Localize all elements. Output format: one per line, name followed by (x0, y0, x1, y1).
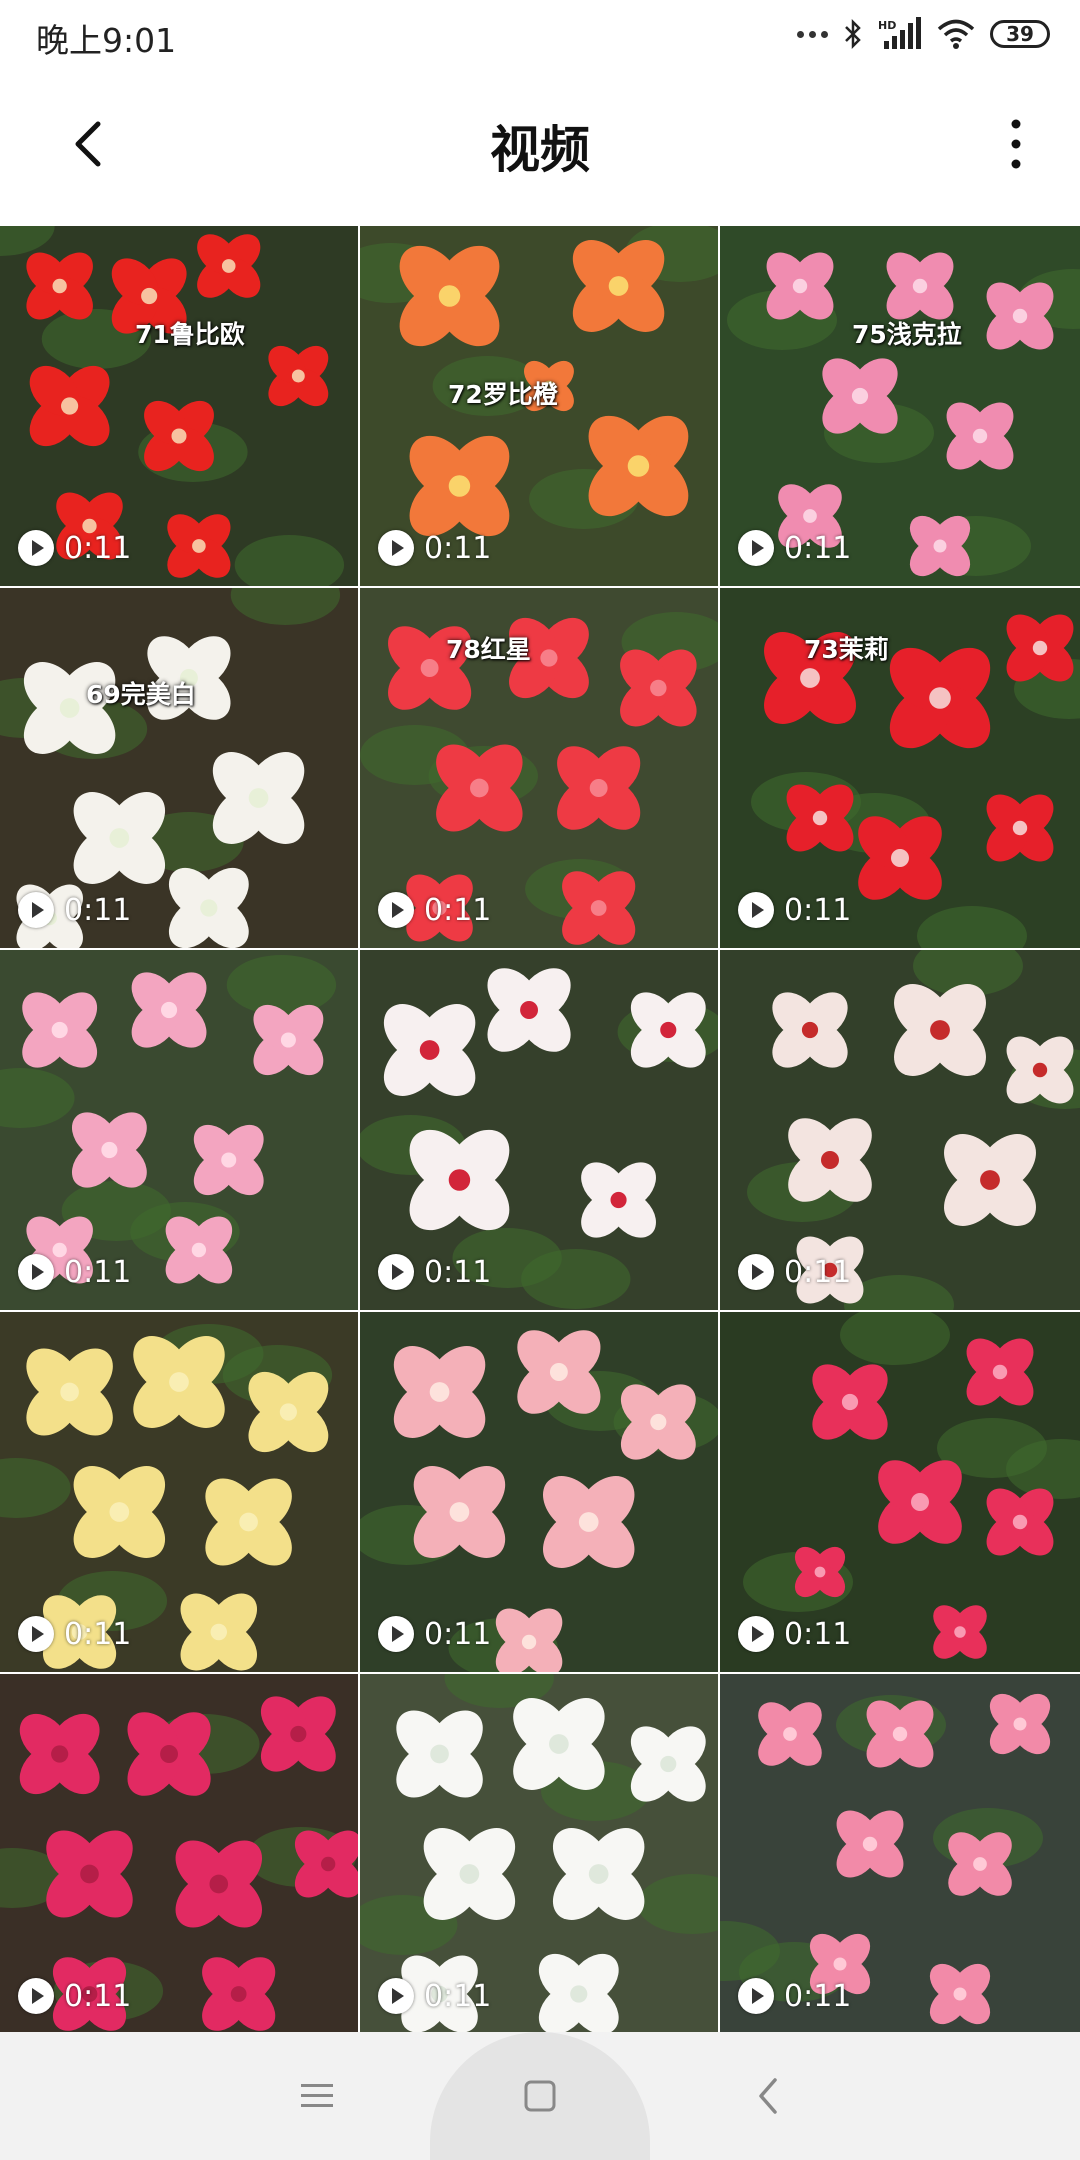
play-icon (378, 530, 414, 566)
play-indicator: 0:11 (378, 528, 491, 568)
status-time: 晚上9:01 (36, 21, 177, 60)
more-options-button[interactable] (996, 114, 1036, 174)
play-icon (738, 530, 774, 566)
video-thumbnail[interactable]: 48奶油0:11 (360, 1312, 720, 1672)
play-icon (18, 1616, 54, 1652)
video-duration: 0:11 (784, 892, 852, 928)
video-duration: 0:11 (784, 1978, 852, 2014)
play-indicator: 0:11 (18, 1252, 131, 1292)
video-thumbnail[interactable]: 73茉莉 0:11 (720, 588, 1080, 948)
video-thumbnail[interactable]: 30白雪0:11 (360, 1674, 720, 2032)
home-button[interactable] (510, 2066, 570, 2126)
video-thumbnail[interactable]: 78红星 0:11 (360, 588, 720, 948)
video-duration: 0:11 (64, 1978, 132, 2014)
video-grid: 71鲁比欧 0:11 72罗比橙 0:11 75浅克拉 0:11 69完美白 0:11 78红星… (0, 226, 1080, 2032)
play-indicator: 0:11 (378, 1976, 491, 2016)
play-icon (18, 1254, 54, 1290)
play-indicator: 0:11 (738, 1614, 851, 1654)
play-icon (18, 530, 54, 566)
video-thumbnail[interactable]: 66假Lee0:11 (360, 950, 720, 1310)
video-thumbnail[interactable]: 67啊马瑞利0:11 (0, 1312, 360, 1672)
square-icon (524, 2080, 556, 2112)
video-duration: 0:11 (784, 530, 852, 566)
play-icon (738, 1978, 774, 2014)
play-indicator: 0:11 (18, 890, 131, 930)
video-duration: 0:11 (424, 1254, 492, 1290)
play-icon (378, 892, 414, 928)
network-type-label: HD (878, 19, 896, 32)
video-title: 75浅克拉 (852, 320, 962, 349)
video-thumbnail[interactable]: 62蝴蝶粉0:11 (720, 950, 1080, 1310)
video-thumbnail[interactable]: 75浅克拉 0:11 (720, 226, 1080, 586)
play-indicator: 0:11 (738, 1252, 851, 1292)
page-title: 视频 (490, 121, 590, 179)
app-header: 视频 (0, 66, 1080, 226)
video-title: 69完美白 (86, 680, 196, 709)
play-indicator: 0:11 (738, 528, 851, 568)
video-duration: 0:11 (64, 1616, 132, 1652)
video-thumbnail[interactable]: 69完美白 0:11 (0, 588, 360, 948)
bluetooth-icon (845, 18, 861, 50)
play-icon (18, 892, 54, 928)
video-title: 72罗比橙 (448, 380, 558, 409)
play-icon (738, 1254, 774, 1290)
video-thumbnail[interactable]: 49鹿角玫红0:11 (720, 1312, 1080, 1672)
play-indicator: 0:11 (18, 528, 131, 568)
video-duration: 0:11 (64, 892, 132, 928)
play-indicator: 0:11 (18, 1614, 131, 1654)
more-vertical-icon (1011, 119, 1021, 169)
video-thumbnail[interactable]: 71鲁比欧 0:11 (0, 226, 360, 586)
video-duration: 0:11 (424, 530, 492, 566)
play-icon (378, 1254, 414, 1290)
video-thumbnail[interactable]: 72罗比橙 0:11 (360, 226, 720, 586)
play-indicator: 0:11 (18, 1976, 131, 2016)
chevron-left-icon (759, 2078, 777, 2114)
video-thumbnail[interactable]: 0:11 (0, 950, 360, 1310)
play-icon (378, 1978, 414, 2014)
video-duration: 0:11 (424, 1978, 492, 2014)
video-thumbnail[interactable]: 44复色紫0:11 (0, 1674, 360, 2032)
video-duration: 0:11 (64, 530, 132, 566)
video-title: 73茉莉 (804, 635, 889, 664)
video-thumbnail[interactable]: 33简20:11 (720, 1674, 1080, 2032)
back-nav-button[interactable] (738, 2066, 798, 2126)
video-duration: 0:11 (64, 1254, 132, 1290)
recent-apps-button[interactable] (287, 2066, 347, 2126)
system-nav-bar (0, 2032, 1080, 2160)
play-icon (738, 892, 774, 928)
play-icon (18, 1978, 54, 2014)
status-bar: 晚上9:01 HD 39 (0, 0, 1080, 66)
signal-icon: HD (878, 17, 921, 49)
video-duration: 0:11 (424, 1616, 492, 1652)
menu-icon (301, 2084, 333, 2107)
video-duration: 0:11 (784, 1616, 852, 1652)
video-title: 71鲁比欧 (135, 320, 245, 349)
status-icons: HD 39 (797, 14, 1050, 54)
play-indicator: 0:11 (378, 890, 491, 930)
play-indicator: 0:11 (378, 1252, 491, 1292)
play-indicator: 0:11 (738, 1976, 851, 2016)
play-indicator: 0:11 (738, 890, 851, 930)
play-icon (738, 1616, 774, 1652)
more-dots-icon (797, 30, 828, 38)
video-duration: 0:11 (424, 892, 492, 928)
play-indicator: 0:11 (378, 1614, 491, 1654)
wifi-icon (937, 19, 975, 49)
video-duration: 0:11 (784, 1254, 852, 1290)
battery-level: 39 (1006, 22, 1034, 46)
video-title: 78红星 (446, 635, 531, 664)
play-icon (378, 1616, 414, 1652)
battery-icon: 39 (990, 20, 1050, 48)
